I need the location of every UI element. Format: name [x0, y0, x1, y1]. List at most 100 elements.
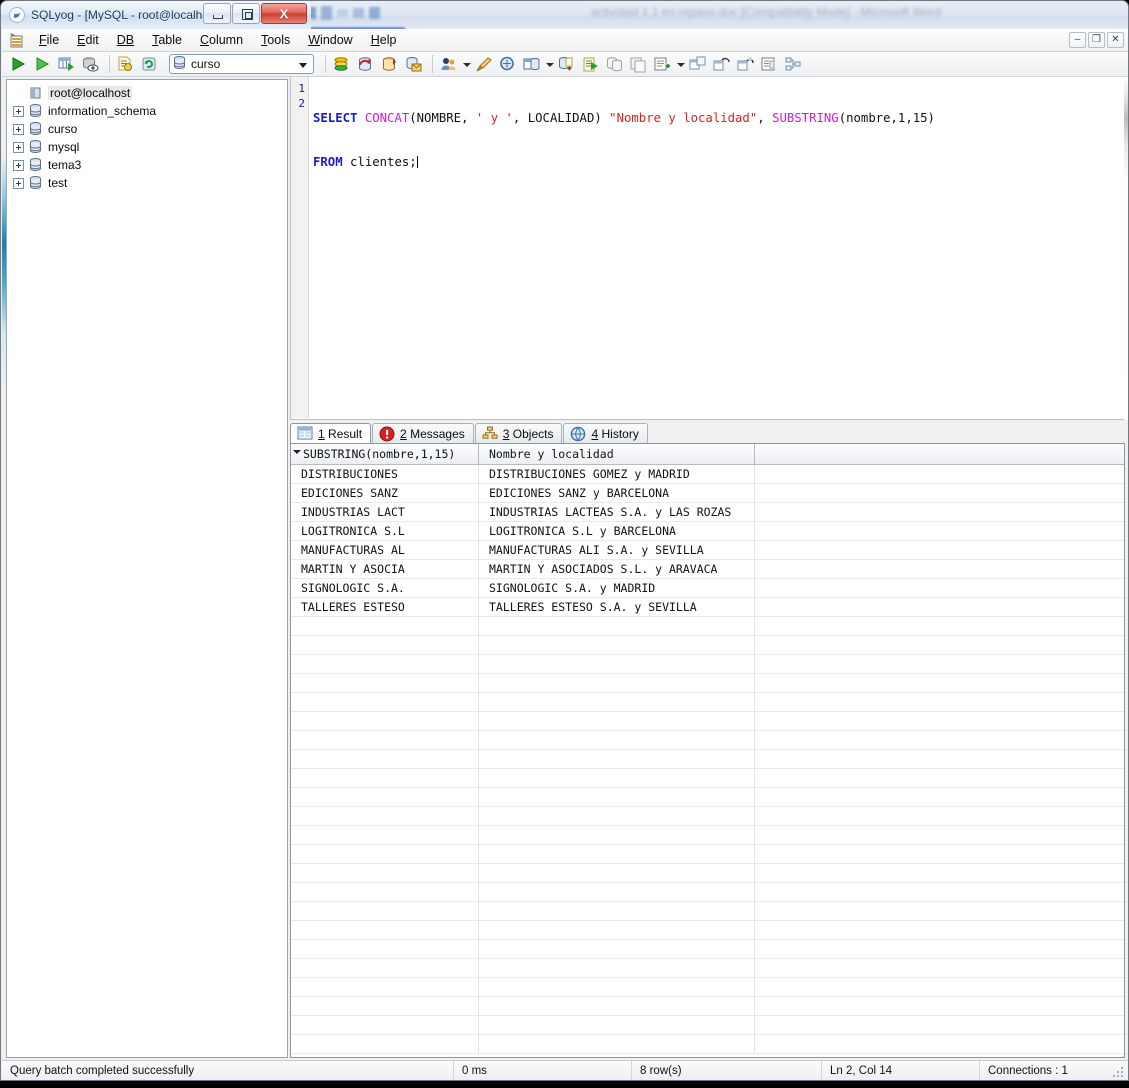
table-cell-empty[interactable] — [479, 978, 755, 997]
table-cell-empty[interactable] — [755, 655, 1124, 674]
table-cell-empty[interactable] — [479, 845, 755, 864]
column-header-2[interactable] — [755, 444, 1124, 465]
execute-query-icon[interactable] — [8, 54, 30, 75]
copy-table-icon[interactable] — [604, 54, 626, 75]
table-diagnostics-icon[interactable] — [687, 54, 709, 75]
table-row-empty[interactable] — [291, 959, 1124, 978]
table-cell[interactable]: INDUSTRIAS LACT — [291, 503, 479, 522]
table-cell[interactable] — [755, 579, 1124, 598]
table-row-empty[interactable] — [291, 655, 1124, 674]
table-cell-empty[interactable] — [479, 674, 755, 693]
table-cell-empty[interactable] — [291, 788, 479, 807]
table-row-empty[interactable] — [291, 807, 1124, 826]
table-cell[interactable] — [755, 503, 1124, 522]
schema-designer-icon[interactable] — [521, 54, 543, 75]
table-cell-empty[interactable] — [291, 845, 479, 864]
plus-icon[interactable] — [13, 105, 24, 117]
table-row[interactable]: MANUFACTURAS AL MANUFACTURAS ALI S.A. y S… — [291, 541, 1124, 560]
table-row[interactable]: INDUSTRIAS LACT INDUSTRIAS LACTEAS S.A. y… — [291, 503, 1124, 522]
table-cell-empty[interactable] — [479, 693, 755, 712]
menu-file[interactable]: File — [30, 30, 68, 50]
table-cell-empty[interactable] — [755, 826, 1124, 845]
table-cell-empty[interactable] — [291, 712, 479, 731]
query-builder-icon[interactable] — [497, 54, 519, 75]
table-row-empty[interactable] — [291, 883, 1124, 902]
table-row-empty[interactable] — [291, 978, 1124, 997]
table-cell-empty[interactable] — [755, 636, 1124, 655]
schema-designer-dropdown-arrow[interactable] — [545, 54, 554, 75]
manage-dropdown-arrow[interactable] — [676, 54, 685, 75]
table-cell-empty[interactable] — [291, 997, 479, 1016]
table-cell-empty[interactable] — [291, 864, 479, 883]
tab-messages[interactable]: 2 Messages — [372, 423, 474, 443]
table-cell-empty[interactable] — [291, 807, 479, 826]
menu-column[interactable]: Column — [191, 30, 252, 50]
menu-edit[interactable]: Edit — [68, 30, 108, 50]
plus-icon[interactable] — [13, 141, 24, 153]
table-cell-empty[interactable] — [755, 921, 1124, 940]
table-row[interactable]: LOGITRONICA S.L LOGITRONICA S.L y BARCELO… — [291, 522, 1124, 541]
minimize-button[interactable] — [203, 3, 231, 24]
table-row[interactable]: DISTRIBUCIONES DISTRIBUCIONES GOMEZ y MAD… — [291, 465, 1124, 484]
tree-item-mysql[interactable]: mysql — [11, 138, 287, 156]
table-cell[interactable]: MARTIN Y ASOCIADOS S.L. y ARAVACA — [479, 560, 755, 579]
table-cell-empty[interactable] — [479, 769, 755, 788]
table-cell[interactable] — [755, 541, 1124, 560]
restore-button[interactable] — [232, 3, 260, 24]
table-cell[interactable]: SIGNOLOGIC S.A. y MADRID — [479, 579, 755, 598]
table-cell-empty[interactable] — [479, 826, 755, 845]
table-cell[interactable]: TALLERES ESTESO S.A. y SEVILLA — [479, 598, 755, 617]
table-cell-empty[interactable] — [291, 959, 479, 978]
table-cell[interactable]: MARTIN Y ASOCIA — [291, 560, 479, 579]
copy-database-icon[interactable] — [379, 54, 401, 75]
table-row-empty[interactable] — [291, 788, 1124, 807]
table-cell-empty[interactable] — [479, 1035, 755, 1054]
table-cell-empty[interactable] — [291, 617, 479, 636]
table-cell-empty[interactable] — [479, 788, 755, 807]
table-row-empty[interactable] — [291, 997, 1124, 1016]
table-cell-empty[interactable] — [479, 864, 755, 883]
table-cell-empty[interactable] — [479, 807, 755, 826]
tree-item-curso[interactable]: curso — [11, 120, 287, 138]
manage-icon[interactable] — [652, 54, 674, 75]
table-row-empty[interactable] — [291, 826, 1124, 845]
result-grid[interactable]: SUBSTRING(nombre,1,15) Nombre y localida… — [290, 443, 1125, 1058]
table-row-empty[interactable] — [291, 731, 1124, 750]
menu-table[interactable]: Table — [143, 30, 191, 50]
table-row-empty[interactable] — [291, 769, 1124, 788]
table-row-empty[interactable] — [291, 1016, 1124, 1035]
user-manager-dropdown-arrow[interactable] — [462, 54, 471, 75]
table-cell-empty[interactable] — [755, 674, 1124, 693]
table-row[interactable]: MARTIN Y ASOCIA MARTIN Y ASOCIADOS S.L. y… — [291, 560, 1124, 579]
table-row-empty[interactable] — [291, 902, 1124, 921]
table-cell-empty[interactable] — [291, 769, 479, 788]
table-cell[interactable] — [755, 560, 1124, 579]
table-cell-empty[interactable] — [479, 636, 755, 655]
database-combo[interactable]: curso — [169, 54, 314, 74]
table-row-empty[interactable] — [291, 845, 1124, 864]
table-cell-empty[interactable] — [755, 731, 1124, 750]
table-cell-empty[interactable] — [291, 693, 479, 712]
table-cell[interactable] — [755, 484, 1124, 503]
table-cell-empty[interactable] — [755, 750, 1124, 769]
table-cell-empty[interactable] — [291, 940, 479, 959]
table-cell-empty[interactable] — [755, 902, 1124, 921]
table-cell-empty[interactable] — [479, 883, 755, 902]
explain-query-icon[interactable] — [80, 54, 102, 75]
sql-code[interactable]: SELECT CONCAT(NOMBRE, ' y ', LOCALIDAD) … — [313, 82, 1122, 199]
user-manager-icon[interactable] — [438, 54, 460, 75]
table-cell-empty[interactable] — [755, 769, 1124, 788]
table-cell-empty[interactable] — [291, 750, 479, 769]
table-cell-empty[interactable] — [291, 826, 479, 845]
table-cell-empty[interactable] — [291, 655, 479, 674]
copy-data-icon[interactable] — [628, 54, 650, 75]
menu-window[interactable]: Window — [299, 30, 361, 50]
mdi-close-button[interactable]: ✕ — [1107, 32, 1124, 48]
table-row-empty[interactable] — [291, 617, 1124, 636]
tab-result[interactable]: 1 Result — [290, 423, 372, 443]
plus-icon[interactable] — [13, 159, 24, 171]
table-cell-empty[interactable] — [755, 978, 1124, 997]
table-cell-empty[interactable] — [291, 1035, 479, 1054]
editor-vertical-scrollbar[interactable] — [1124, 77, 1128, 420]
table-cell-empty[interactable] — [479, 997, 755, 1016]
